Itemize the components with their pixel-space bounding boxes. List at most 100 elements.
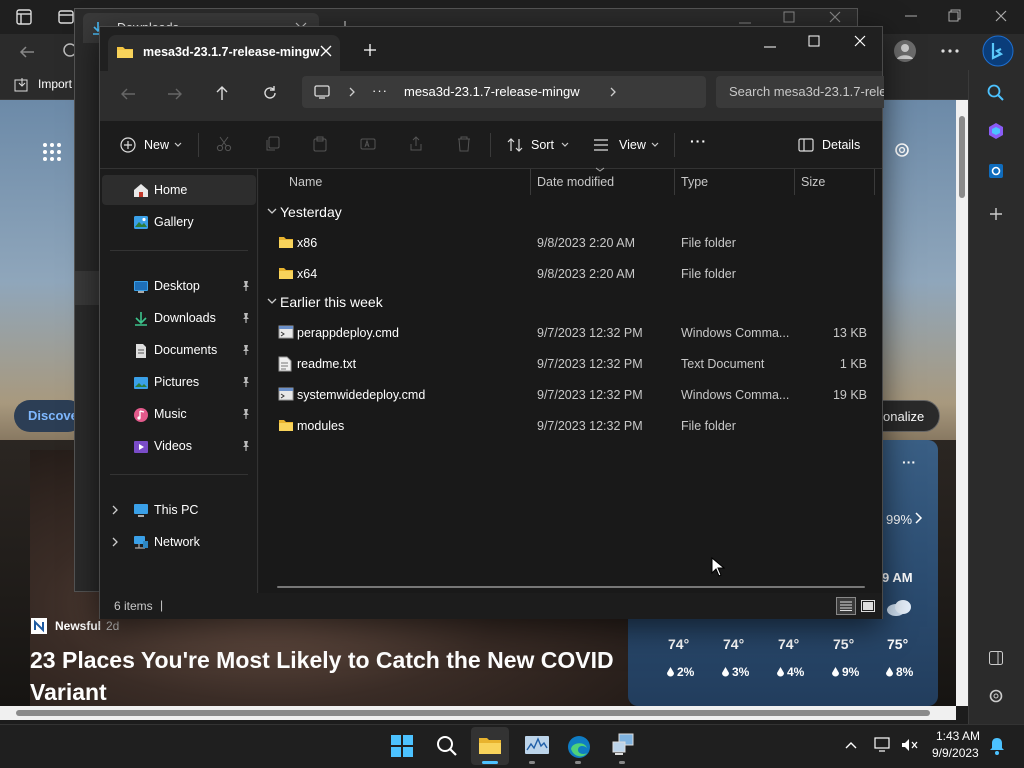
share-icon[interactable] — [408, 136, 424, 152]
apps-grid-icon[interactable] — [42, 142, 62, 162]
chevron-up-icon[interactable] — [845, 741, 857, 749]
group-header[interactable]: Yesterday — [259, 202, 559, 226]
nav-item-documents[interactable]: Documents — [102, 335, 256, 365]
sort-button[interactable]: Sort — [505, 131, 571, 159]
clock-date[interactable]: 9/9/2023 — [932, 746, 979, 760]
notification-bell-icon[interactable] — [989, 737, 1005, 755]
up-arrow-icon[interactable] — [215, 85, 229, 101]
sidebar-toggle-icon[interactable] — [988, 650, 1004, 666]
paste-icon[interactable] — [312, 136, 328, 152]
minimize-icon[interactable] — [764, 41, 776, 53]
view-button[interactable]: View — [593, 131, 663, 159]
close-icon[interactable] — [829, 11, 841, 23]
browser-back-icon[interactable] — [18, 44, 36, 60]
pin-icon[interactable] — [240, 376, 252, 388]
pin-icon[interactable] — [240, 344, 252, 356]
file-row[interactable]: readme.txt 9/7/2023 12:32 PM Text Document… — [259, 349, 882, 379]
maximize-icon[interactable] — [808, 35, 820, 47]
article-title[interactable]: 23 Places You're Most Likely to Catch th… — [30, 644, 620, 706]
outlook-icon[interactable] — [987, 162, 1005, 180]
nav-item-music[interactable]: Music — [102, 399, 256, 429]
search-icon[interactable] — [987, 84, 1005, 102]
pin-icon[interactable] — [240, 312, 252, 324]
nav-item-desktop[interactable]: Desktop — [102, 271, 256, 301]
browser-horizontal-scrollbar[interactable] — [0, 706, 956, 720]
tab-actions-icon[interactable] — [16, 9, 32, 25]
settings-gear-icon[interactable] — [988, 688, 1004, 704]
pin-icon[interactable] — [240, 280, 252, 292]
file-row[interactable]: modules 9/7/2023 12:32 PM File folder — [259, 411, 882, 441]
browser-menu-icon[interactable] — [940, 42, 960, 60]
address-folder[interactable]: mesa3d-23.1.7-release-mingw — [404, 84, 580, 99]
file-row[interactable]: x64 9/8/2023 2:20 AM File folder — [259, 259, 882, 289]
copy-icon[interactable] — [264, 136, 280, 152]
browser-minimize-icon[interactable] — [904, 9, 918, 23]
see-more-button[interactable]: ··· — [690, 133, 707, 149]
browser-close-icon[interactable] — [994, 9, 1008, 23]
nav-item-pictures[interactable]: Pictures — [102, 367, 256, 397]
nav-item-gallery[interactable]: Gallery — [102, 207, 256, 237]
edge-taskbar-button[interactable] — [560, 727, 598, 765]
details-view-button[interactable] — [836, 597, 856, 615]
copilot-icon[interactable] — [987, 122, 1005, 140]
task-manager-taskbar-button[interactable] — [518, 727, 556, 765]
delete-icon[interactable] — [456, 136, 472, 152]
browser-maximize-icon[interactable] — [948, 9, 962, 23]
browser-vertical-scrollbar[interactable] — [956, 100, 968, 706]
horizontal-scrollbar[interactable] — [277, 586, 865, 588]
chevron-right-icon[interactable] — [609, 87, 617, 97]
cut-icon[interactable] — [216, 136, 232, 152]
bing-chat-icon[interactable] — [982, 35, 1014, 67]
column-size[interactable]: Size — [795, 169, 875, 195]
forward-arrow-icon[interactable] — [167, 87, 183, 101]
details-button[interactable]: Details — [796, 131, 862, 159]
file-row[interactable]: systemwidedeploy.cmd 9/7/2023 12:32 PM Win… — [259, 380, 882, 410]
address-bar[interactable]: ··· mesa3d-23.1.7-release-mingw — [302, 76, 706, 108]
profile-avatar[interactable] — [893, 39, 917, 63]
search-box[interactable]: Search mesa3d-23.1.7-release-mingw — [716, 76, 884, 108]
scroll-thumb[interactable] — [959, 116, 965, 198]
nav-item-videos[interactable]: Videos — [102, 431, 256, 461]
close-window-icon[interactable] — [854, 35, 866, 47]
add-icon[interactable] — [988, 206, 1004, 222]
chevron-right-icon[interactable] — [914, 512, 924, 524]
nav-item-downloads[interactable]: Downloads — [102, 303, 256, 333]
page-settings-icon[interactable] — [892, 140, 912, 160]
network-settings-taskbar-button[interactable] — [604, 727, 642, 765]
clock-time[interactable]: 1:43 AM — [936, 729, 980, 743]
new-button[interactable]: New — [118, 131, 184, 159]
nav-item-home[interactable]: Home — [102, 175, 256, 205]
search-icon[interactable] — [436, 735, 458, 757]
workspace-icon[interactable] — [58, 9, 74, 25]
maximize-icon[interactable] — [783, 11, 795, 23]
weather-more[interactable]: ··· — [902, 454, 916, 470]
column-name[interactable]: Name — [259, 169, 531, 195]
tiles-view-button[interactable] — [858, 597, 878, 615]
rename-icon[interactable] — [360, 136, 376, 152]
chevron-right-icon[interactable] — [111, 537, 119, 547]
close-tab-icon[interactable] — [320, 45, 332, 57]
chevron-right-icon[interactable] — [111, 505, 119, 515]
refresh-icon[interactable] — [262, 85, 278, 101]
file-explorer-taskbar-button[interactable] — [471, 727, 509, 765]
file-row[interactable]: perappdeploy.cmd 9/7/2023 12:32 PM Windows… — [259, 318, 882, 348]
start-windows-icon[interactable] — [391, 735, 413, 757]
explorer-tab[interactable]: mesa3d-23.1.7-release-mingw — [108, 35, 340, 71]
back-arrow-icon[interactable] — [120, 87, 136, 101]
chevron-down-icon[interactable] — [267, 298, 277, 306]
network-status-icon[interactable] — [874, 737, 892, 753]
volume-muted-icon[interactable] — [901, 737, 919, 753]
column-type[interactable]: Type — [675, 169, 795, 195]
new-tab-icon[interactable] — [364, 44, 376, 56]
pin-icon[interactable] — [240, 408, 252, 420]
column-date-modified[interactable]: Date modified — [531, 167, 675, 195]
favorites-import-link[interactable]: Import — [38, 77, 72, 91]
chevron-down-icon[interactable] — [267, 208, 277, 216]
nav-item-this-pc[interactable]: This PC — [102, 495, 256, 525]
pin-icon[interactable] — [240, 440, 252, 452]
chevron-right-icon[interactable] — [348, 87, 356, 97]
group-header[interactable]: Earlier this week — [259, 292, 559, 316]
scroll-thumb[interactable] — [16, 710, 930, 716]
file-row[interactable]: x86 9/8/2023 2:20 AM File folder — [259, 228, 882, 258]
nav-item-network[interactable]: Network — [102, 527, 256, 557]
